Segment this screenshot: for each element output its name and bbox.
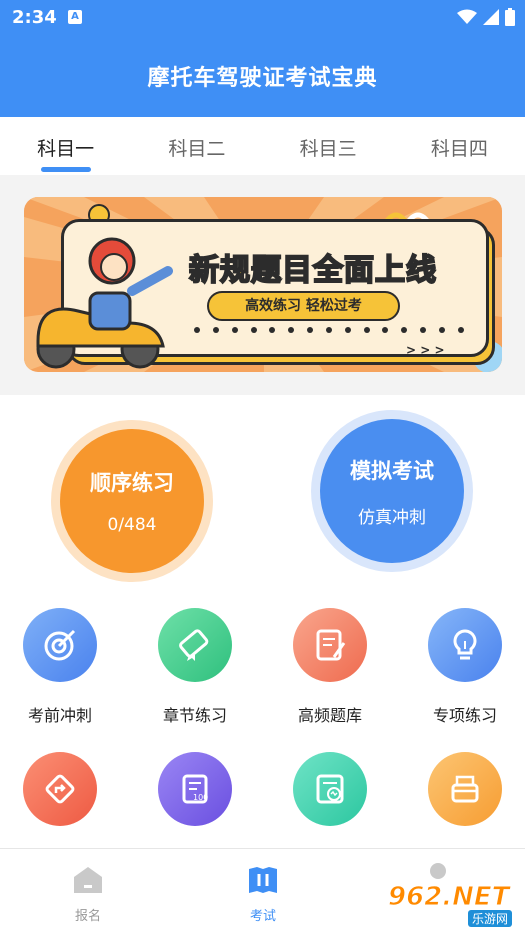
mock-exam-subtitle: 仿真冲刺	[358, 507, 426, 528]
app-screen: 2:34 A 摩托车驾驶证考试宝典 科目一 科目二 科目三 科目四 新规题目全面…	[0, 0, 525, 935]
grid-item-pre-exam-sprint[interactable]: 考前冲刺	[5, 608, 115, 726]
battery-icon	[505, 8, 515, 26]
grid-label: 考前冲刺	[27, 706, 92, 725]
tab-subject-1[interactable]: 科目一	[0, 117, 131, 175]
watermark-brand: 962.NET	[387, 882, 510, 913]
nav-item-exam[interactable]: 考试	[213, 865, 313, 924]
grid-item-tray[interactable]	[410, 752, 520, 826]
home-icon	[74, 867, 102, 893]
svg-text:100: 100	[193, 793, 208, 802]
grid-label: 章节练习	[162, 706, 227, 725]
system-icons	[457, 8, 515, 26]
target-icon	[23, 608, 97, 682]
profile-icon[interactable]	[426, 863, 450, 883]
traffic-sign-icon	[23, 752, 97, 826]
high-frequency-icon	[293, 608, 367, 682]
banner-dots-decoration	[194, 327, 464, 333]
lightbulb-icon	[428, 608, 502, 682]
page-title: 摩托车驾驶证考试宝典	[147, 66, 378, 91]
nav-label-register: 报名	[74, 909, 101, 924]
grid-label: 专项练习	[432, 706, 497, 725]
signal-icon	[483, 9, 499, 25]
scroll-icon	[158, 608, 232, 682]
analysis-icon	[293, 752, 367, 826]
banner-subtitle: 高效练习 轻松过考	[207, 291, 400, 321]
sequential-practice-button[interactable]: 顺序练习 0/484	[51, 420, 213, 582]
sequential-practice-progress: 0/484	[107, 515, 157, 535]
mock-exam-button[interactable]: 模拟考试 仿真冲刺	[311, 410, 473, 572]
wifi-icon	[457, 9, 477, 24]
nav-label-exam: 考试	[249, 909, 276, 924]
tray-icon	[428, 752, 502, 826]
nav-item-register[interactable]: 报名	[38, 865, 138, 924]
subject-tabs: 科目一 科目二 科目三 科目四	[0, 117, 525, 175]
tab-subject-2[interactable]: 科目二	[131, 117, 262, 175]
grid-label: 高频题库	[297, 706, 362, 725]
banner-headline: 新规题目全面上线	[188, 252, 437, 289]
grid-item-analysis[interactable]	[275, 752, 385, 826]
grid-item-score-sheet[interactable]: 100	[140, 752, 250, 826]
promo-banner[interactable]: 新规题目全面上线 高效练习 轻松过考 > > >	[24, 197, 502, 372]
grid-item-special-practice[interactable]: 专项练习	[410, 608, 520, 726]
grid-item-high-frequency[interactable]: 高频题库	[275, 608, 385, 726]
mock-exam-label: 模拟考试	[350, 458, 434, 483]
banner-arrows: > > >	[406, 343, 445, 357]
notification-badge-icon: A	[68, 10, 82, 24]
grid-item-chapter-practice[interactable]: 章节练习	[140, 608, 250, 726]
status-bar: 2:34 A	[0, 0, 525, 36]
site-watermark: 962.NET 乐游网	[387, 882, 520, 928]
score-sheet-icon: 100	[158, 752, 232, 826]
rider-scooter-illustration	[36, 237, 173, 369]
status-time: 2:34	[12, 7, 57, 28]
watermark-sub: 乐游网	[468, 910, 513, 927]
sequential-practice-label: 顺序练习	[90, 471, 174, 495]
grid-item-traffic-signs[interactable]	[5, 752, 115, 826]
app-header: 2:34 A 摩托车驾驶证考试宝典	[0, 0, 525, 117]
tab-subject-3[interactable]: 科目三	[263, 117, 394, 175]
book-icon	[249, 867, 277, 893]
tab-subject-4[interactable]: 科目四	[394, 117, 525, 175]
